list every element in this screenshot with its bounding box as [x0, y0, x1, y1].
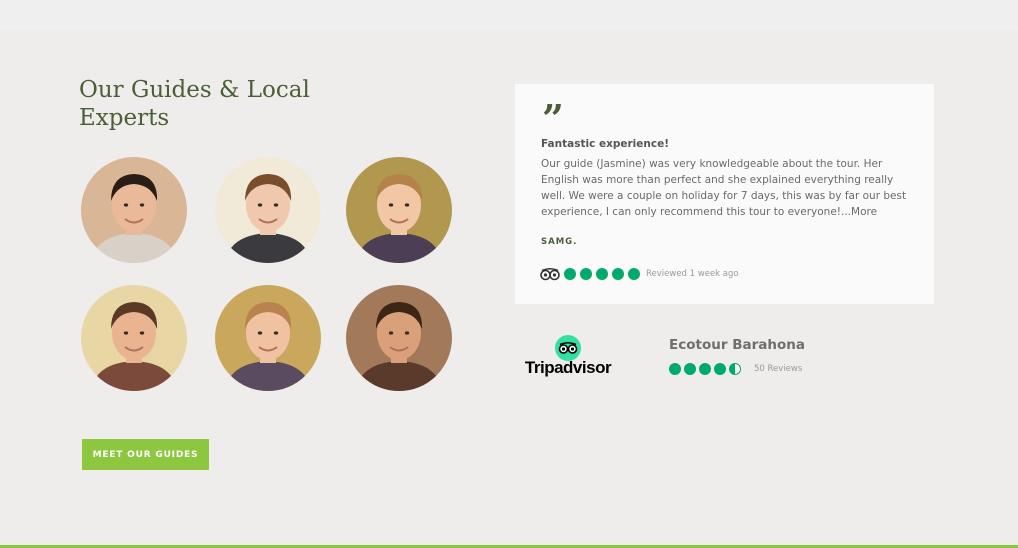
- top-bar: [0, 0, 1018, 30]
- portrait-image: [215, 285, 321, 391]
- rating-bubble: [564, 268, 576, 280]
- portrait-image: [346, 157, 452, 263]
- guide-avatar: [215, 157, 321, 263]
- guide-avatar: [215, 285, 321, 391]
- portrait-image: [346, 285, 452, 391]
- section-title: Our Guides & Local Experts: [79, 77, 310, 131]
- tripadvisor-logo[interactable]: Tripadvisor: [520, 335, 616, 379]
- rating-bubble-half: [729, 363, 741, 375]
- tripadvisor-wordmark: Tripadvisor: [524, 358, 612, 377]
- review-title: Fantastic experience!: [541, 138, 670, 150]
- meet-our-guides-button[interactable]: MEET OUR GUIDES: [82, 439, 209, 470]
- guide-avatar: [81, 285, 187, 391]
- review-card: ” Fantastic experience! Our guide (Jasmi…: [515, 84, 934, 304]
- tripadvisor-owl-icon: [540, 267, 560, 281]
- rating-bubble: [580, 268, 592, 280]
- portrait-image: [215, 157, 321, 263]
- reviewed-date: Reviewed 1 week ago: [646, 269, 739, 279]
- rating-bubble: [612, 268, 624, 280]
- guide-avatar: [346, 285, 452, 391]
- portrait-image: [81, 157, 187, 263]
- rating-bubble: [669, 363, 681, 375]
- rating-bubble: [684, 363, 696, 375]
- portrait-image: [81, 285, 187, 391]
- business-rating: 50 Reviews: [669, 363, 802, 375]
- review-body[interactable]: Our guide (Jasmine) was very knowledgeab…: [541, 156, 919, 220]
- quote-icon: ”: [542, 96, 564, 141]
- guide-avatar: [81, 157, 187, 263]
- review-rating: Reviewed 1 week ago: [540, 266, 739, 282]
- rating-bubble: [699, 363, 711, 375]
- rating-bubble: [596, 268, 608, 280]
- rating-bubble: [628, 268, 640, 280]
- reviews-count[interactable]: 50 Reviews: [754, 364, 802, 374]
- guide-avatar: [346, 157, 452, 263]
- review-author: SAMG.: [541, 237, 578, 247]
- rating-bubble: [714, 363, 726, 375]
- business-name[interactable]: Ecotour Barahona: [669, 337, 805, 353]
